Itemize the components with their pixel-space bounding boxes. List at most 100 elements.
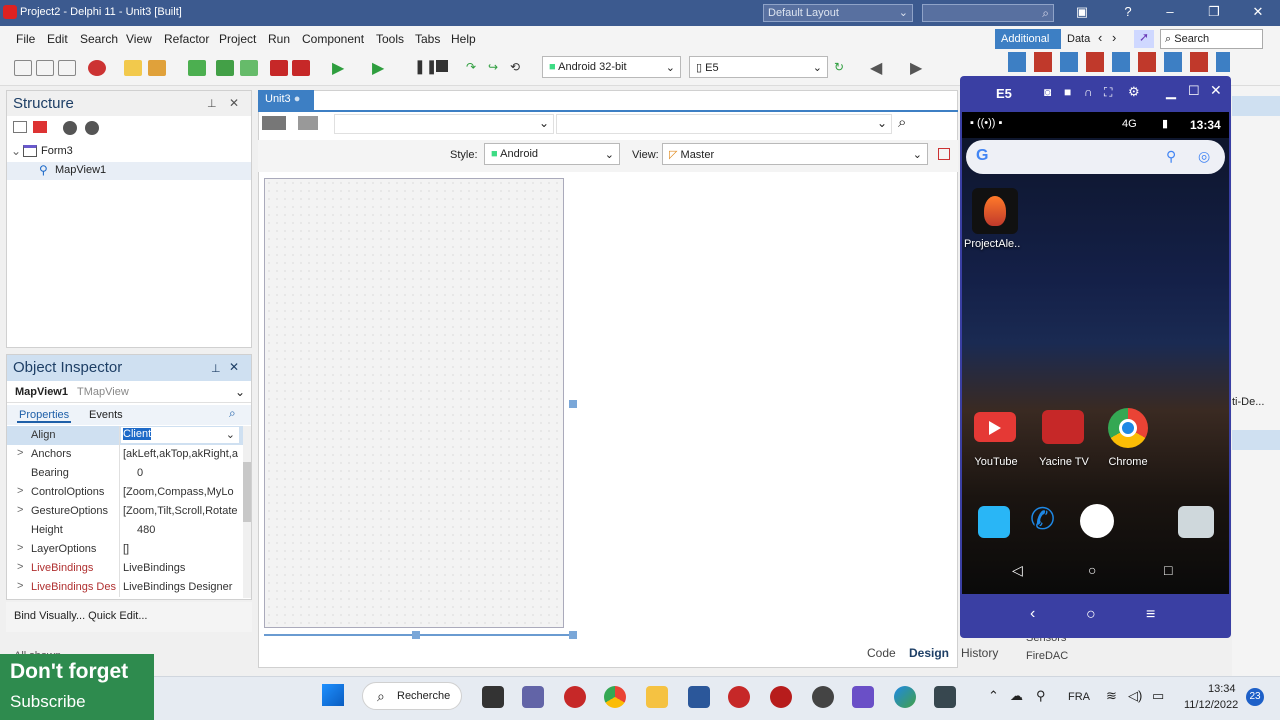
- stop-icon[interactable]: [436, 60, 448, 72]
- class-combo[interactable]: ⌄: [334, 114, 554, 134]
- emu-back-icon[interactable]: ‹: [1030, 605, 1035, 623]
- android-home-icon[interactable]: ○: [1088, 562, 1096, 578]
- title-search-input[interactable]: ⌕: [922, 4, 1054, 22]
- move-up-icon[interactable]: [63, 121, 77, 135]
- prop-row-layeroptions[interactable]: > LayerOptions[]: [7, 540, 243, 559]
- menu-view[interactable]: View: [126, 32, 152, 46]
- edge-icon[interactable]: [894, 686, 916, 708]
- search-icon[interactable]: ⌕: [898, 114, 906, 131]
- youtube-app-icon[interactable]: [974, 412, 1016, 442]
- google-search-bar[interactable]: G ⚲ ◎: [966, 140, 1225, 174]
- forward-arrow-icon[interactable]: ▶: [910, 58, 922, 78]
- delete-view-icon[interactable]: [938, 148, 950, 160]
- windows-start-icon[interactable]: [322, 684, 344, 706]
- battery-icon[interactable]: ▭: [1152, 688, 1164, 704]
- resize-handle-corner[interactable]: [569, 631, 577, 639]
- tab-design[interactable]: Design: [909, 646, 949, 660]
- tree-item-form3[interactable]: ⌄ Form3: [7, 143, 251, 161]
- save-all-icon[interactable]: [216, 60, 234, 76]
- rx-app-icon[interactable]: [564, 686, 586, 708]
- pointer-tool-icon[interactable]: ➚: [1134, 30, 1154, 48]
- app-drawer-icon[interactable]: [1080, 504, 1114, 538]
- move-down-icon[interactable]: [85, 121, 99, 135]
- tab-unit3[interactable]: Unit3 ●: [258, 90, 314, 110]
- wifi-icon[interactable]: ≋: [1106, 688, 1117, 704]
- save-icon[interactable]: [188, 60, 206, 76]
- chrome-taskbar-icon[interactable]: [604, 686, 626, 708]
- new-file-icon[interactable]: [14, 60, 32, 76]
- resize-handle-right[interactable]: [569, 400, 577, 408]
- pause-icon[interactable]: ❚❚: [414, 58, 437, 75]
- tab-history[interactable]: History: [961, 646, 998, 660]
- emulator-taskbar-icon[interactable]: [934, 686, 956, 708]
- emu-minimize-button[interactable]: ▁: [1166, 84, 1176, 100]
- prop-row-bearing[interactable]: Bearing 0: [7, 464, 243, 483]
- new-form-icon[interactable]: [36, 60, 54, 76]
- refresh-device-icon[interactable]: ↻: [834, 60, 852, 76]
- run-icon[interactable]: ▶: [332, 58, 344, 78]
- contacts-app-icon[interactable]: [978, 506, 1010, 538]
- tree-item-mapview1[interactable]: ⚲ MapView1: [7, 162, 251, 180]
- layout-dropdown[interactable]: Default Layout ⌄: [763, 4, 913, 22]
- delete-icon[interactable]: [33, 121, 47, 133]
- run-without-debug-icon[interactable]: ▶: [372, 58, 384, 78]
- menu-edit[interactable]: Edit: [47, 32, 68, 46]
- video-icon[interactable]: ■: [1064, 85, 1071, 99]
- menu-component[interactable]: Component: [302, 32, 364, 46]
- collapse-icon[interactable]: [13, 121, 27, 133]
- menu-run[interactable]: Run: [268, 32, 290, 46]
- app2-taskbar-icon[interactable]: [812, 686, 834, 708]
- step-over-icon[interactable]: ↷: [466, 60, 484, 76]
- language-indicator[interactable]: FRA: [1068, 691, 1090, 703]
- method-combo[interactable]: ⌄: [556, 114, 892, 134]
- help-button[interactable]: ?: [1118, 4, 1138, 19]
- menu-help[interactable]: Help: [451, 32, 476, 46]
- teams-icon[interactable]: [522, 686, 544, 708]
- view-form-icon[interactable]: [292, 60, 310, 76]
- clock-time[interactable]: 13:34: [1208, 683, 1236, 695]
- microphone-icon[interactable]: ⚲: [1036, 688, 1046, 704]
- tray-chevron-icon[interactable]: ⌃: [988, 688, 999, 704]
- prop-row-livebindings-designer[interactable]: > LiveBindings Des LiveBindings Designer: [7, 578, 243, 597]
- search-icon[interactable]: ⌕: [229, 406, 236, 421]
- emu-maximize-button[interactable]: ☐: [1188, 83, 1200, 99]
- palette-item-firedac[interactable]: FireDAC: [1026, 650, 1068, 662]
- camera-app-icon[interactable]: [1178, 506, 1214, 538]
- style-select[interactable]: ■ Android ⌄: [484, 143, 620, 165]
- android-recents-icon[interactable]: □: [1164, 562, 1172, 578]
- open-project-icon[interactable]: [148, 60, 166, 76]
- palette-tab-additional[interactable]: Additional: [995, 29, 1061, 49]
- platform-select[interactable]: ■ Android 32-bit ⌄: [542, 56, 681, 78]
- open-icon[interactable]: [58, 60, 76, 76]
- palette-search-input[interactable]: ⌕ Search: [1160, 29, 1263, 49]
- tab-properties[interactable]: Properties: [17, 409, 72, 423]
- android-back-icon[interactable]: ◁: [1012, 562, 1023, 579]
- close-icon[interactable]: ✕: [229, 360, 239, 374]
- lens-icon[interactable]: ◎: [1198, 148, 1210, 165]
- file-explorer-icon[interactable]: [646, 686, 668, 708]
- inspector-footer[interactable]: Bind Visually... Quick Edit...: [6, 602, 252, 632]
- emu-close-button[interactable]: ✕: [1210, 82, 1222, 99]
- maximize-button[interactable]: ❐: [1204, 4, 1224, 20]
- store-icon[interactable]: [688, 686, 710, 708]
- menu-search[interactable]: Search: [80, 32, 118, 46]
- phone-app-icon[interactable]: ✆: [1030, 502, 1055, 537]
- pin-icon[interactable]: ⊥: [211, 362, 221, 375]
- prop-row-height[interactable]: Height 480: [7, 521, 243, 540]
- menu-tabs[interactable]: Tabs: [415, 32, 440, 46]
- object-selector[interactable]: MapView1 TMapView ⌄: [7, 383, 251, 403]
- trace-into-icon[interactable]: ↪: [488, 60, 506, 76]
- tab-events[interactable]: Events: [89, 409, 123, 421]
- headphones-icon[interactable]: ∩: [1084, 85, 1093, 99]
- chrome-app-icon[interactable]: [1108, 408, 1148, 448]
- scrollbar-thumb[interactable]: [243, 462, 251, 522]
- back-arrow-icon[interactable]: ◀: [870, 58, 882, 78]
- new-project-icon[interactable]: [124, 60, 142, 76]
- print-icon[interactable]: [298, 116, 318, 130]
- microphone-icon[interactable]: ⚲: [1166, 148, 1176, 165]
- prop-row-livebindings[interactable]: > LiveBindings LiveBindings: [7, 559, 243, 578]
- prop-row-anchors[interactable]: > Anchors [akLeft,akTop,akRight,a: [7, 445, 243, 464]
- emu-home-icon[interactable]: ○: [1086, 606, 1096, 624]
- yacinetv-app-icon[interactable]: [1042, 410, 1084, 444]
- class-browser-icon[interactable]: [262, 116, 286, 130]
